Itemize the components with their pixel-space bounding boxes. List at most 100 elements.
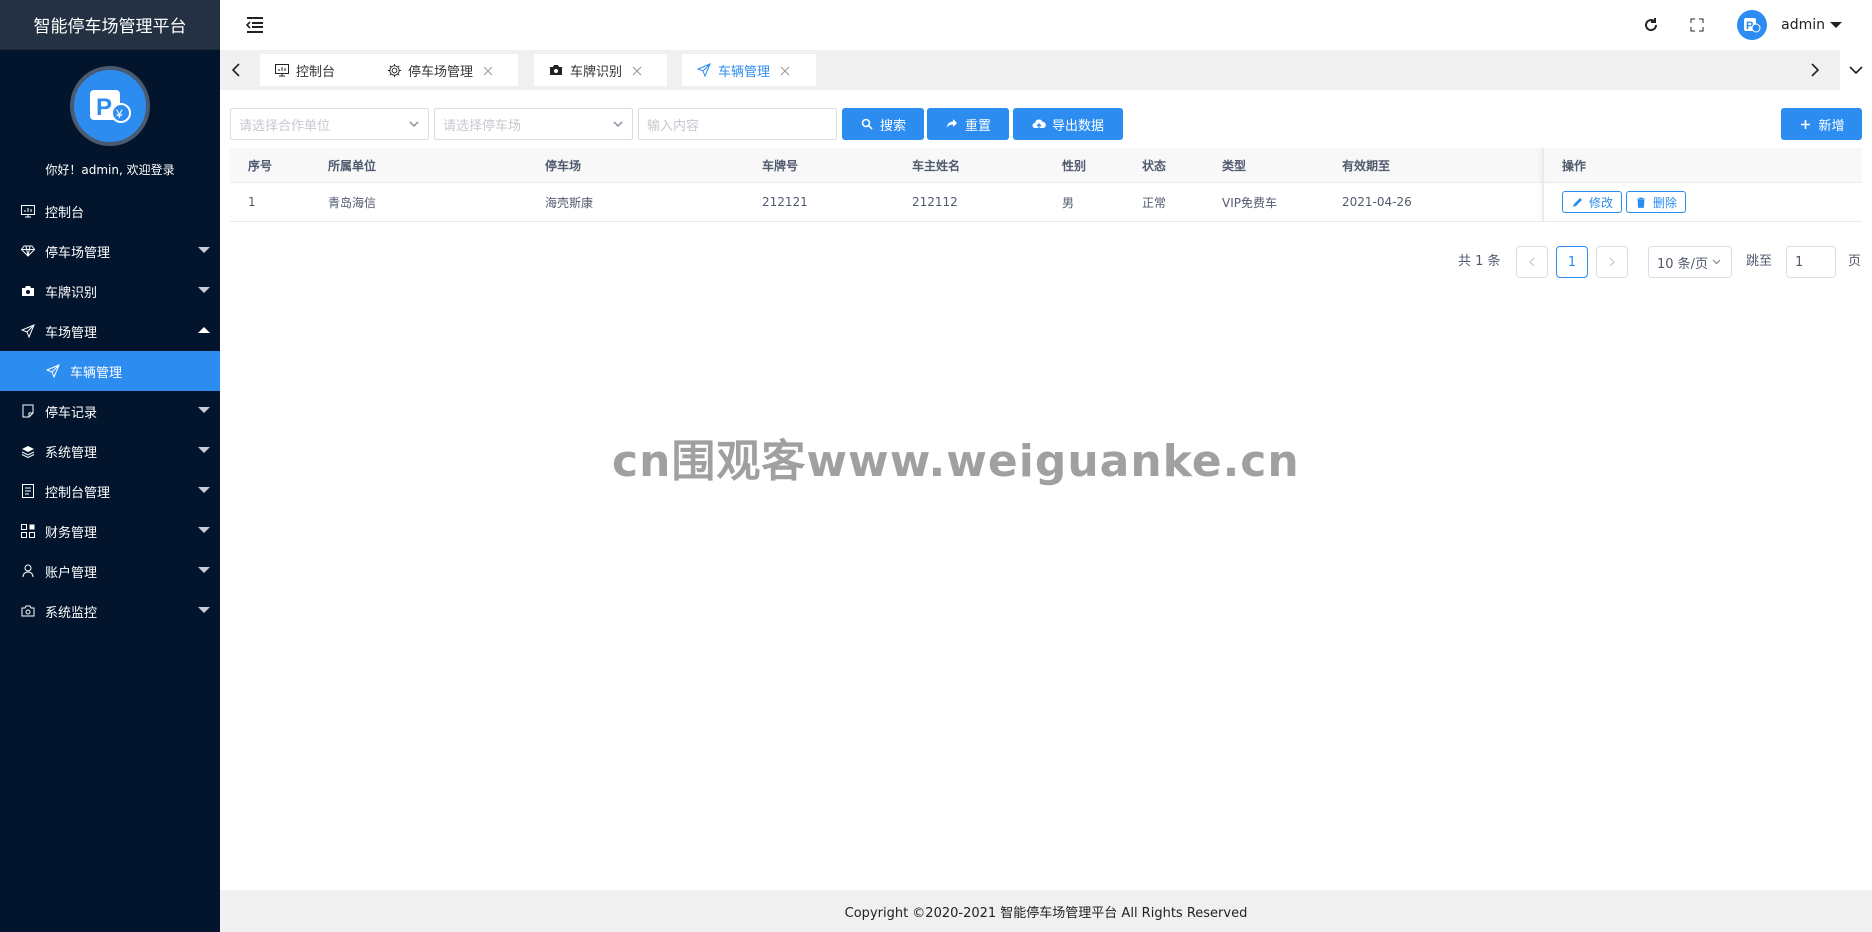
tab-label: 车辆管理 [718, 64, 771, 80]
avatar-wrap: P ¥ [0, 50, 220, 146]
app-title: 智能停车场管理平台 [0, 0, 220, 50]
paper-plane-icon [45, 363, 61, 379]
vehicle-table: 序号 所属单位 停车场 车牌号 车主姓名 性别 状态 类型 有效期至 操作 1 … [230, 148, 1862, 222]
parking-logo-icon: P ¥ [90, 90, 131, 123]
sidebar-item-dashboard[interactable]: 控制台 [0, 191, 220, 231]
plus-icon [1798, 117, 1812, 131]
sidebar-item-label: 车辆管理 [70, 365, 123, 381]
user-name[interactable]: admin [1781, 17, 1825, 33]
list-doc-icon [20, 483, 36, 499]
delete-button[interactable]: 删除 [1626, 191, 1687, 213]
jump-label: 跳至 [1746, 254, 1773, 269]
delete-button-label: 删除 [1653, 195, 1678, 210]
tabs-scroll-left-icon[interactable] [226, 60, 246, 80]
sidebar-item-label: 控制台管理 [45, 485, 111, 501]
col-plate: 车牌号 [762, 158, 799, 173]
camera-outline-icon [20, 603, 36, 619]
page-suffix: 页 [1848, 254, 1862, 269]
cell-type: VIP免费车 [1222, 195, 1277, 210]
search-button[interactable]: 搜索 [842, 108, 924, 140]
top-header: P admin [220, 0, 1872, 50]
avatar: P ¥ [70, 66, 150, 146]
close-icon[interactable] [483, 64, 495, 76]
col-unit: 所属单位 [328, 158, 377, 173]
partner-select[interactable]: 请选择合作单位 [230, 108, 429, 140]
grid-icon [20, 523, 36, 539]
cell-actions: 修改 删除 [1562, 183, 1687, 221]
page-number-button[interactable]: 1 [1556, 246, 1588, 278]
table-header: 序号 所属单位 停车场 车牌号 车主姓名 性别 状态 类型 有效期至 操作 [230, 148, 1862, 183]
paper-plane-icon [20, 323, 36, 339]
col-index: 序号 [248, 158, 273, 173]
copyright-text: Copyright ©2020-2021 智能停车场管理平台 All Right… [844, 905, 1248, 921]
user-dropdown-icon[interactable] [1830, 22, 1842, 28]
sidebar-item-system-management[interactable]: 系统管理 [0, 431, 220, 471]
footer: Copyright ©2020-2021 智能停车场管理平台 All Right… [220, 890, 1872, 932]
sidebar-item-vehicle-management[interactable]: 车辆管理 [0, 351, 220, 391]
export-button-label: 导出数据 [1051, 118, 1104, 134]
menu-collapse-icon[interactable] [245, 15, 265, 35]
tab-parking-lot-management[interactable]: 停车场管理 [372, 54, 518, 86]
fixed-column-divider [1542, 148, 1544, 222]
jump-page-input[interactable]: 1 [1786, 246, 1836, 278]
close-icon[interactable] [632, 64, 644, 76]
sidebar-item-console-management[interactable]: 控制台管理 [0, 471, 220, 511]
reset-button[interactable]: 重置 [927, 108, 1009, 140]
sidebar-item-label: 系统监控 [45, 605, 98, 621]
chevron-down-icon [198, 447, 210, 453]
sidebar-item-label: 车场管理 [45, 325, 98, 341]
cell-gender: 男 [1062, 195, 1075, 210]
sidebar-item-parking-records[interactable]: 停车记录 [0, 391, 220, 431]
fullscreen-icon[interactable] [1687, 15, 1707, 35]
add-button[interactable]: 新增 [1781, 108, 1862, 140]
tab-plate-recognition[interactable]: 车牌识别 [534, 54, 667, 86]
tabs-bar: 控制台 停车场管理 车牌识别 车辆管理 [220, 50, 1872, 90]
keyword-input[interactable]: 输入内容 [638, 108, 837, 140]
keyword-input-placeholder: 输入内容 [647, 118, 700, 134]
col-type: 类型 [1222, 158, 1247, 173]
sidebar-item-finance-management[interactable]: 财务管理 [0, 511, 220, 551]
search-icon [860, 117, 874, 131]
pencil-icon [1571, 196, 1583, 208]
camera-icon [20, 283, 36, 299]
document-icon [20, 403, 36, 419]
layers-icon [20, 443, 36, 459]
col-actions: 操作 [1562, 158, 1587, 173]
cell-parking-lot: 海壳斯康 [545, 195, 594, 210]
table-row: 1 青岛海信 海壳斯康 212121 212112 男 正常 VIP免费车 20… [230, 183, 1862, 222]
pagination: 共 1 条 1 10 条/页 跳至 1 页 [0, 246, 1872, 278]
paper-plane-icon [696, 62, 712, 78]
chevron-down-icon [198, 527, 210, 533]
col-expiry: 有效期至 [1342, 158, 1391, 173]
prev-page-button[interactable] [1516, 246, 1548, 278]
sidebar-item-lot-management[interactable]: 车场管理 [0, 311, 220, 351]
cell-index: 1 [248, 195, 256, 209]
share-arrow-icon [945, 117, 959, 131]
sidebar-item-label: 账户管理 [45, 565, 98, 581]
tab-dashboard[interactable]: 控制台 [260, 54, 377, 86]
cloud-upload-icon [1032, 117, 1046, 131]
sidebar-item-account-management[interactable]: 账户管理 [0, 551, 220, 591]
next-page-button[interactable] [1596, 246, 1628, 278]
sidebar-item-label: 车牌识别 [45, 285, 98, 301]
export-button[interactable]: 导出数据 [1013, 108, 1123, 140]
refresh-icon[interactable] [1641, 15, 1661, 35]
page-size-select[interactable]: 10 条/页 [1648, 246, 1732, 278]
monitor-icon [274, 62, 290, 78]
parking-lot-select[interactable]: 请选择停车场 [434, 108, 633, 140]
tabs-scroll-right-icon[interactable] [1805, 60, 1825, 80]
edit-button[interactable]: 修改 [1562, 191, 1623, 213]
trash-icon [1635, 196, 1647, 208]
avatar[interactable]: P [1737, 10, 1768, 40]
close-icon[interactable] [780, 64, 792, 76]
edit-button-label: 修改 [1589, 195, 1614, 210]
user-icon [20, 563, 36, 579]
tabs-menu-chevron-down-icon[interactable] [1840, 50, 1872, 90]
parking-lot-select-placeholder: 请选择停车场 [443, 118, 522, 134]
tab-vehicle-management[interactable]: 车辆管理 [682, 54, 816, 86]
sidebar-item-system-monitor[interactable]: 系统监控 [0, 591, 220, 631]
sidebar: 智能停车场管理平台 P ¥ 你好！admin, 欢迎登录 控制台 停车场管理 车… [0, 0, 220, 932]
chevron-down-icon [198, 607, 210, 613]
reset-button-label: 重置 [964, 118, 991, 134]
welcome-text: 你好！admin, 欢迎登录 [45, 163, 175, 177]
